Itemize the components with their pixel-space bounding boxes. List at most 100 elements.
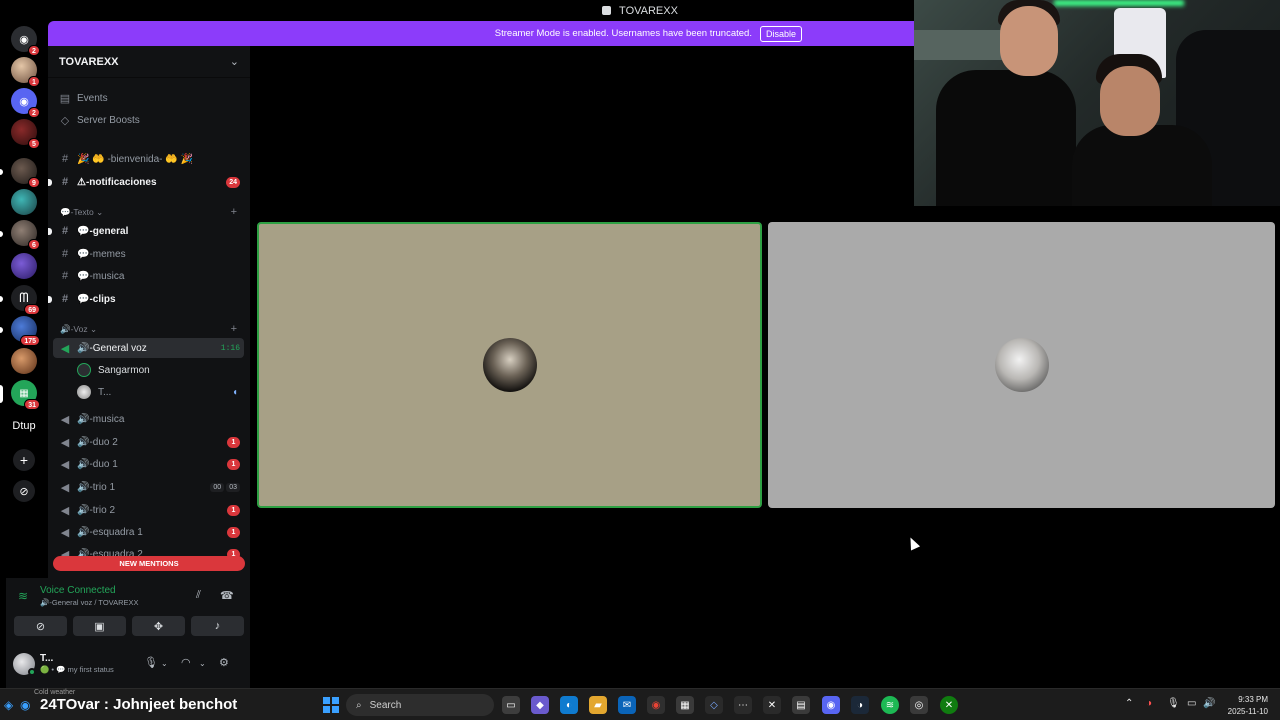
- channel-label: 🔊-General voz: [77, 342, 147, 354]
- microphone-icon[interactable]: 🎙: [144, 656, 158, 669]
- video-tile[interactable]: [768, 222, 1275, 508]
- connection-signal-icon[interactable]: ≋: [18, 589, 30, 603]
- outlook-icon[interactable]: ✉: [618, 696, 636, 714]
- disable-streamer-mode-button[interactable]: Disable: [759, 25, 802, 42]
- copilot-icon[interactable]: ◆: [531, 696, 549, 714]
- streamer-mode-banner: Streamer Mode is enabled. Usernames have…: [48, 21, 914, 46]
- category-texto[interactable]: 💬-Texto ⌄ +: [60, 205, 240, 219]
- apps-grid-icon[interactable]: ⋯: [734, 696, 752, 714]
- banner-text: Streamer Mode is enabled. Usernames have…: [494, 28, 752, 39]
- max-users: 03: [226, 482, 240, 492]
- server-icon-4[interactable]: 9: [11, 158, 40, 188]
- channel-notificaciones[interactable]: # ⚠-notificaciones 24: [48, 172, 244, 192]
- channel-musica-text[interactable]: # 💬-musica: [53, 266, 244, 286]
- channel-bienvenida[interactable]: # 🎉 🤲 -bienvenida- 🤲 🎉: [53, 149, 244, 169]
- explore-servers-icon[interactable]: ⊘: [13, 480, 35, 502]
- channel-label: 🔊-musica: [77, 413, 125, 425]
- add-server-icon[interactable]: +: [13, 449, 35, 471]
- microphone-icon[interactable]: 🎙: [1167, 698, 1180, 709]
- voice-channel-duo-1[interactable]: ◀ 🔊-duo 1 1: [53, 454, 244, 474]
- channel-label: 🎉 🤲 -bienvenida- 🤲 🎉: [77, 153, 193, 165]
- voice-connected-subtitle[interactable]: 🔊-General voz / TOVAREXX: [40, 598, 139, 607]
- server-boosts-item[interactable]: ◇ Server Boosts: [53, 110, 244, 130]
- mention-badge: 24: [226, 176, 240, 188]
- voice-member-sangarmon[interactable]: Sangarmon: [53, 360, 244, 380]
- calendar-icon: ▤: [59, 92, 71, 105]
- headphones-icon[interactable]: ◠: [181, 656, 191, 669]
- windows-start-icon[interactable]: [323, 697, 339, 713]
- network-icon[interactable]: ▭: [1187, 698, 1196, 709]
- server-header[interactable]: TOVAREXX ⌄: [48, 46, 250, 78]
- server-icon-9[interactable]: 175: [11, 316, 40, 346]
- channel-label: 💬-memes: [77, 248, 126, 260]
- status-bubble-icon: ◖: [231, 386, 238, 398]
- streamer-webcam: [914, 0, 1280, 206]
- server-icon-3[interactable]: 5: [11, 119, 40, 149]
- direct-messages-icon[interactable]: ◉ 2: [11, 26, 40, 56]
- voice-channel-esquadra-1[interactable]: ◀ 🔊-esquadra 1 1: [53, 522, 244, 542]
- voice-channel-musica[interactable]: ◀ 🔊-musica: [53, 409, 244, 429]
- server-icon-1[interactable]: 1: [11, 57, 40, 87]
- tray-app-icon[interactable]: ◑: [1146, 698, 1152, 709]
- camera-off-icon[interactable]: ⊘: [14, 616, 67, 636]
- windows-taskbar: Cold weather ◈ ◉ 24TOvar : Johnjeet benc…: [0, 688, 1280, 720]
- server-icon-discord[interactable]: ◉ 2: [11, 88, 40, 118]
- create-channel-icon[interactable]: +: [231, 323, 237, 335]
- category-voz[interactable]: 🔊-Voz ⌄ +: [60, 322, 240, 336]
- taskbar-search[interactable]: ⌕ Search: [346, 694, 494, 716]
- server-icon-5[interactable]: [11, 189, 37, 215]
- voice-member-t[interactable]: T... ◖: [53, 382, 244, 402]
- show-hidden-icons[interactable]: ⌃: [1125, 698, 1133, 709]
- soundboard-icon[interactable]: ♪: [191, 616, 244, 636]
- server-icon-6[interactable]: 6: [11, 220, 40, 250]
- disconnect-icon[interactable]: ☎: [220, 589, 234, 602]
- new-mentions-button[interactable]: NEW MENTIONS: [53, 556, 245, 571]
- vpn-icon[interactable]: ◇: [705, 696, 723, 714]
- edge-icon[interactable]: ◐: [560, 696, 578, 714]
- clock[interactable]: 9:33 PM 2025-11-10: [1228, 694, 1268, 718]
- activities-icon[interactable]: ✥: [132, 616, 185, 636]
- xbox-icon[interactable]: ✕: [940, 696, 958, 714]
- weather-widget[interactable]: Cold weather: [34, 689, 75, 696]
- widget-icon[interactable]: ◈: [4, 698, 13, 712]
- voice-channel-duo-2[interactable]: ◀ 🔊-duo 2 1: [53, 432, 244, 452]
- user-status[interactable]: 🟢 • 💬 my first status: [40, 665, 114, 674]
- channel-memes[interactable]: # 💬-memes: [53, 244, 244, 264]
- task-view-icon[interactable]: ▭: [502, 696, 520, 714]
- screen-share-icon[interactable]: ▣: [73, 616, 126, 636]
- gear-icon[interactable]: ⚙: [219, 656, 229, 669]
- files-icon[interactable]: ▤: [792, 696, 810, 714]
- video-tile-speaking[interactable]: [257, 222, 762, 508]
- tools-icon[interactable]: ✕: [763, 696, 781, 714]
- dm-badge: 2: [28, 45, 40, 56]
- channel-general[interactable]: # 💬-general: [48, 221, 244, 241]
- events-item[interactable]: ▤ Events: [53, 88, 244, 108]
- steam-icon[interactable]: ◑: [851, 696, 869, 714]
- spotify-icon[interactable]: ≋: [881, 696, 899, 714]
- store-icon[interactable]: ▦: [676, 696, 694, 714]
- chrome-icon[interactable]: ◉: [647, 696, 665, 714]
- voice-connected-title[interactable]: Voice Connected: [40, 585, 116, 596]
- create-channel-icon[interactable]: +: [231, 206, 237, 218]
- voice-channel-trio-1[interactable]: ◀ 🔊-trio 1 00 03: [53, 477, 244, 497]
- noise-suppression-icon[interactable]: ⫽: [196, 589, 201, 602]
- server-icon-8[interactable]: ᗰ 69: [11, 285, 40, 315]
- server-folder-icon[interactable]: ▦ 31: [11, 380, 40, 410]
- volume-icon[interactable]: 🔊: [1203, 698, 1215, 709]
- file-explorer-icon[interactable]: ▰: [589, 696, 607, 714]
- server-icon-7[interactable]: [11, 253, 37, 279]
- speaker-icon: ◀: [60, 413, 70, 426]
- chevron-down-icon[interactable]: ⌄: [199, 659, 206, 668]
- member-name: Sangarmon: [98, 364, 150, 376]
- chevron-down-icon[interactable]: ⌄: [161, 659, 168, 668]
- channel-clips[interactable]: # 💬-clips: [48, 289, 244, 309]
- discord-taskbar-icon[interactable]: ◉: [822, 696, 840, 714]
- server-dtup[interactable]: Dtup: [5, 420, 43, 432]
- voice-channel-trio-2[interactable]: ◀ 🔊-trio 2 1: [53, 500, 244, 520]
- voice-channel-general-voz[interactable]: ◀ 🔊-General voz 1:16: [53, 338, 244, 358]
- user-name[interactable]: T...: [40, 653, 53, 664]
- window-title: TOVAREXX: [619, 4, 678, 17]
- obs-icon[interactable]: ◎: [910, 696, 928, 714]
- server-icon-10[interactable]: [11, 348, 37, 374]
- hash-icon: #: [61, 293, 69, 305]
